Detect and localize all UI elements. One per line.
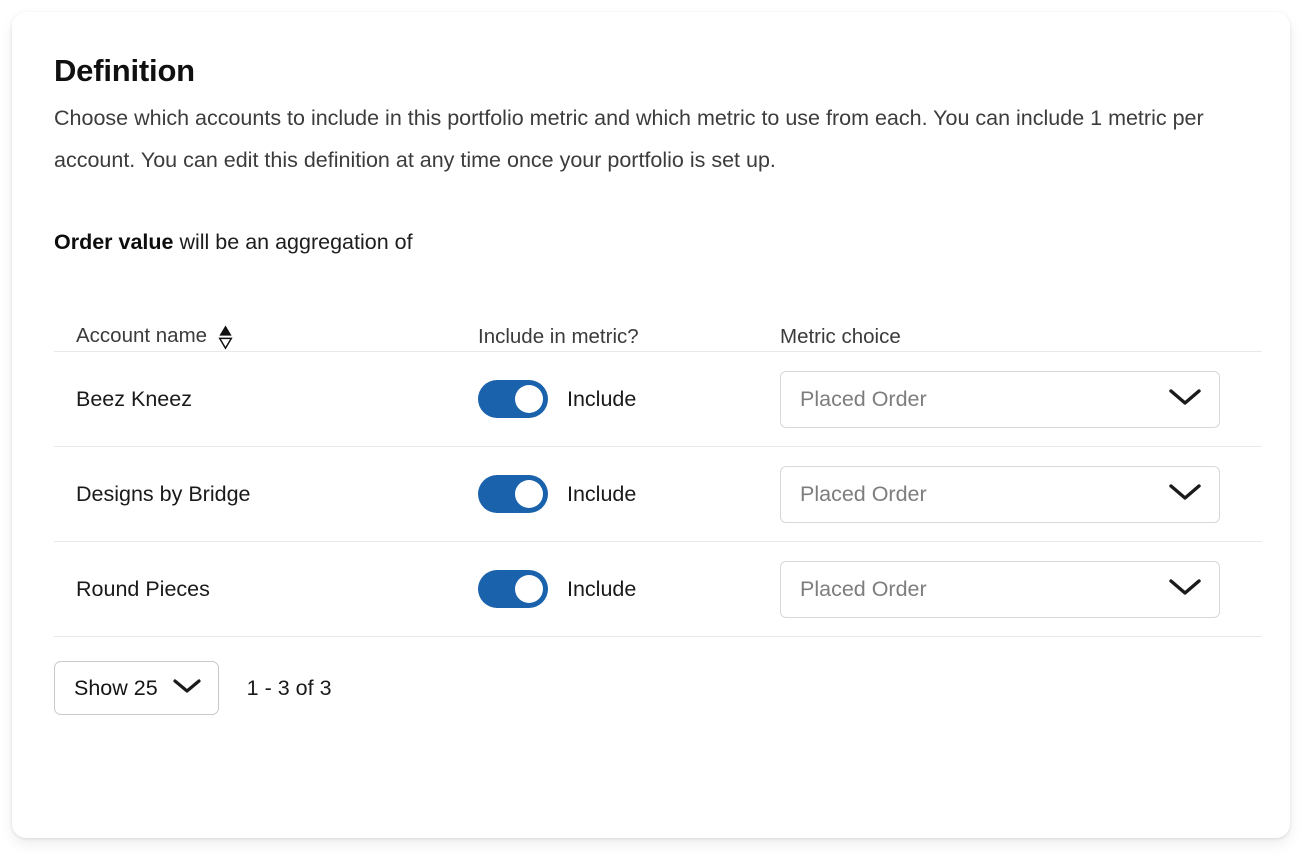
card-content: Definition Choose which accounts to incl…	[12, 12, 1290, 715]
page-size-select[interactable]: Show 25	[54, 661, 219, 715]
metric-choice-value: Placed Order	[800, 577, 927, 602]
chevron-down-icon	[172, 677, 202, 700]
toggle-label: Include	[567, 387, 636, 412]
cell-metric-choice: Placed Order	[780, 561, 1250, 618]
include-toggle[interactable]	[478, 380, 548, 418]
cell-include-toggle: Include	[478, 475, 780, 513]
table-row: Round Pieces Include Placed Order	[54, 542, 1274, 636]
metric-choice-select[interactable]: Placed Order	[780, 466, 1220, 523]
header-cell-account-name[interactable]: Account name	[54, 323, 478, 349]
account-name-header: Account name	[76, 323, 478, 349]
aggregation-metric-name: Order value	[54, 230, 174, 254]
page-size-label: Show 25	[74, 676, 158, 701]
aggregation-suffix: will be an aggregation of	[174, 230, 413, 254]
definition-card: Definition Choose which accounts to incl…	[12, 12, 1290, 838]
table-divider	[54, 636, 1262, 637]
toggle-knob	[515, 575, 543, 603]
toggle-label: Include	[567, 577, 636, 602]
chevron-down-icon	[1168, 387, 1202, 412]
cell-metric-choice: Placed Order	[780, 466, 1250, 523]
cell-include-toggle: Include	[478, 380, 780, 418]
sort-ascending-icon[interactable]	[218, 324, 233, 350]
aggregation-statement: Order value will be an aggregation of	[54, 227, 1290, 257]
cell-metric-choice: Placed Order	[780, 371, 1250, 428]
accounts-table: Account name Include in metric? Metric c…	[54, 301, 1274, 715]
table-header-row: Account name Include in metric? Metric c…	[54, 301, 1274, 351]
chevron-down-icon	[1168, 482, 1202, 507]
table-footer: Show 25 1 - 3 of 3	[54, 661, 1274, 715]
pagination-range: 1 - 3 of 3	[247, 676, 332, 701]
page-title: Definition	[54, 54, 1290, 88]
include-toggle[interactable]	[478, 570, 548, 608]
account-name-label: Beez Kneez	[76, 387, 192, 411]
account-name-label: Round Pieces	[76, 577, 210, 601]
toggle-label: Include	[567, 482, 636, 507]
header-cell-metric-choice: Metric choice	[780, 325, 1250, 349]
metric-choice-value: Placed Order	[800, 482, 927, 507]
metric-choice-select[interactable]: Placed Order	[780, 561, 1220, 618]
toggle-knob	[515, 480, 543, 508]
metric-choice-value: Placed Order	[800, 387, 927, 412]
chevron-down-icon	[1168, 577, 1202, 602]
header-label-metric-choice: Metric choice	[780, 325, 1250, 349]
toggle-knob	[515, 385, 543, 413]
include-toggle[interactable]	[478, 475, 548, 513]
definition-description: Choose which accounts to include in this…	[54, 97, 1269, 181]
metric-choice-select[interactable]: Placed Order	[780, 371, 1220, 428]
header-label-include-in-metric: Include in metric?	[478, 325, 639, 349]
header-cell-include: Include in metric?	[478, 325, 780, 349]
account-name-label: Designs by Bridge	[76, 482, 250, 506]
cell-account-name: Beez Kneez	[54, 387, 478, 412]
cell-account-name: Designs by Bridge	[54, 482, 478, 507]
header-label-account-name: Account name	[76, 324, 207, 348]
table-row: Beez Kneez Include Placed Order	[54, 352, 1274, 446]
table-row: Designs by Bridge Include Placed Order	[54, 447, 1274, 541]
cell-include-toggle: Include	[478, 570, 780, 608]
cell-account-name: Round Pieces	[54, 577, 478, 602]
